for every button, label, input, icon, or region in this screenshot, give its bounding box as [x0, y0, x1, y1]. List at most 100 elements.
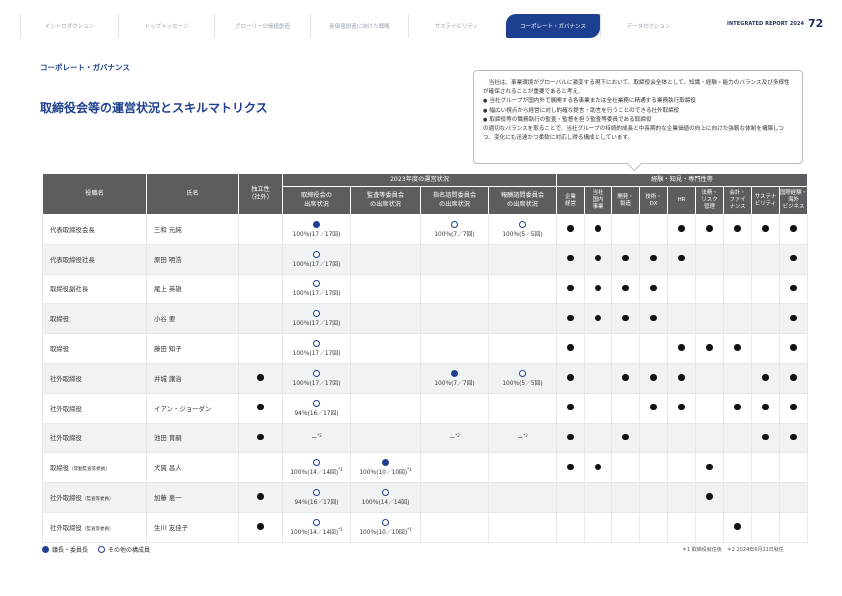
skill-dot	[734, 523, 741, 530]
header-attendance-2: 指名諮問委員会 の出席状況	[420, 186, 489, 215]
cell-skill	[667, 482, 696, 513]
cell-name: 犬賀 昌人	[146, 452, 239, 484]
cell-skill	[639, 303, 668, 335]
cell-attendance	[420, 273, 489, 305]
cell-skill	[556, 482, 585, 513]
cell-skill	[611, 422, 640, 454]
cell-role: 社外取締役	[42, 422, 147, 454]
attendance-rate: 100％(17／17回)	[292, 351, 341, 358]
page-title: 取締役会等の運営状況とスキルマトリクス	[40, 101, 268, 115]
cell-skill	[751, 333, 780, 364]
cell-skill	[639, 243, 668, 275]
member-marker	[313, 518, 320, 526]
cell-name: 井城 譲治	[146, 362, 239, 394]
skill-dot	[594, 254, 602, 262]
header-name: 氏名	[146, 173, 239, 215]
cell-skill	[611, 362, 640, 394]
cell-attendance: 100％(14／14回)*1	[282, 511, 351, 543]
footnotes: ＊1 取締役就任後 ＊2 2024年6月21日就任	[682, 547, 784, 553]
cell-skill	[723, 392, 752, 424]
cell-skill	[723, 243, 752, 275]
cell-skill	[723, 273, 752, 305]
skill-dot	[678, 344, 685, 351]
skill-dot	[567, 433, 574, 441]
attendance-rate: 100％(14／14回)	[290, 470, 339, 477]
attendance-rate: 100％(17／17回)	[292, 291, 341, 298]
skill-dot	[734, 225, 741, 232]
cell-name: 尾上 英雄	[146, 273, 239, 305]
skill-dot	[762, 374, 769, 381]
skill-dot	[790, 403, 797, 411]
table-row: 社外取締役 井城 譲治 100％(17／17回) 100％(7／7回) 100％(5／5…	[42, 362, 809, 394]
cell-role: 社外取締役（監査等委員）	[42, 511, 147, 543]
independent-dot	[257, 523, 264, 530]
cell-skill	[695, 511, 724, 543]
cell-independent	[238, 392, 283, 424]
header-independent: 独立性 （社外）	[238, 173, 283, 215]
cell-skill	[778, 362, 809, 394]
skill-dot	[734, 403, 741, 411]
cell-skill	[584, 303, 612, 335]
table-row: 社外取締役 イアン・ジョーダン 94％(16／17回)	[42, 392, 809, 424]
table-row: 取締役（常勤監査等委員） 犬賀 昌人 100％(14／14回)*1 100％(10／1…	[42, 452, 809, 484]
skill-dot	[567, 463, 574, 471]
callout-bullets: 当社グループが国内外で展開する各事業または全社業務に精通する業務執行取締役 幅広…	[483, 97, 793, 125]
header-skill-2: 開発・ 製造	[611, 186, 640, 215]
cell-attendance	[350, 362, 421, 394]
cell-skill	[611, 392, 640, 424]
cell-skill	[639, 214, 668, 245]
cell-attendance	[420, 482, 489, 513]
cell-attendance: ー*2	[488, 422, 557, 454]
cell-skill	[751, 422, 780, 454]
skill-dot	[706, 493, 713, 500]
cell-skill	[695, 273, 724, 305]
nav-tab-data-section[interactable]: データセクション	[600, 14, 696, 38]
nav-tab-top-message[interactable]: トップメッセージ	[118, 14, 214, 38]
cell-skill	[723, 333, 752, 364]
skill-dot	[567, 344, 574, 351]
cell-independent	[238, 243, 283, 275]
cell-independent	[238, 452, 283, 484]
cell-independent	[238, 214, 283, 245]
header-skill-4: HR	[667, 186, 696, 215]
cell-skill	[667, 362, 696, 394]
cell-skill	[723, 482, 752, 513]
nav-tab-sustainability[interactable]: サステナビリティ	[408, 14, 504, 38]
attendance-rate: 100％(7／7回)	[434, 380, 475, 387]
cell-attendance: ー*2	[282, 422, 351, 454]
cell-skill	[556, 214, 585, 245]
skill-dot	[790, 284, 797, 292]
cell-attendance	[350, 422, 421, 454]
nav-tab-strategy[interactable]: 新価値創造に向けた戦略	[310, 14, 408, 38]
chair-marker	[382, 459, 389, 467]
attendance-rate: 94％(16／17回)	[294, 410, 339, 417]
cell-skill	[778, 511, 809, 543]
nav-tab-corporate-governance[interactable]: コーポレート・ガバナンス	[506, 14, 600, 38]
skill-dot	[650, 314, 657, 322]
cell-skill	[556, 511, 585, 543]
header-role: 役職名	[42, 173, 147, 215]
cell-attendance	[350, 333, 421, 364]
member-marker	[313, 310, 320, 318]
cell-attendance: 94％(16／17回)	[282, 482, 351, 513]
cell-skill	[556, 273, 585, 305]
cell-skill	[778, 243, 809, 275]
nav-tab-intro[interactable]: イントロダクション	[20, 14, 118, 38]
attendance-rate: 100％(14／14回)	[290, 529, 339, 536]
cell-attendance	[350, 214, 421, 245]
legend-member-marker	[98, 546, 106, 553]
skill-dot	[790, 433, 797, 441]
cell-role: 取締役副社長	[42, 273, 147, 305]
nav-tab-value-creation[interactable]: グローリーの価値創造	[214, 14, 310, 38]
header-attendance-group: 2023年度の運営状況	[282, 173, 557, 187]
independent-dot	[257, 374, 264, 381]
skill-dot	[622, 314, 629, 322]
cell-attendance	[488, 333, 557, 364]
member-marker	[313, 369, 320, 377]
attendance-rate: 94％(16／17回)	[294, 500, 339, 507]
skill-dot	[622, 433, 629, 441]
cell-skill	[695, 452, 724, 484]
member-marker	[382, 489, 389, 497]
cell-name: 加藤 恵一	[146, 482, 239, 513]
cell-skill	[639, 511, 668, 543]
